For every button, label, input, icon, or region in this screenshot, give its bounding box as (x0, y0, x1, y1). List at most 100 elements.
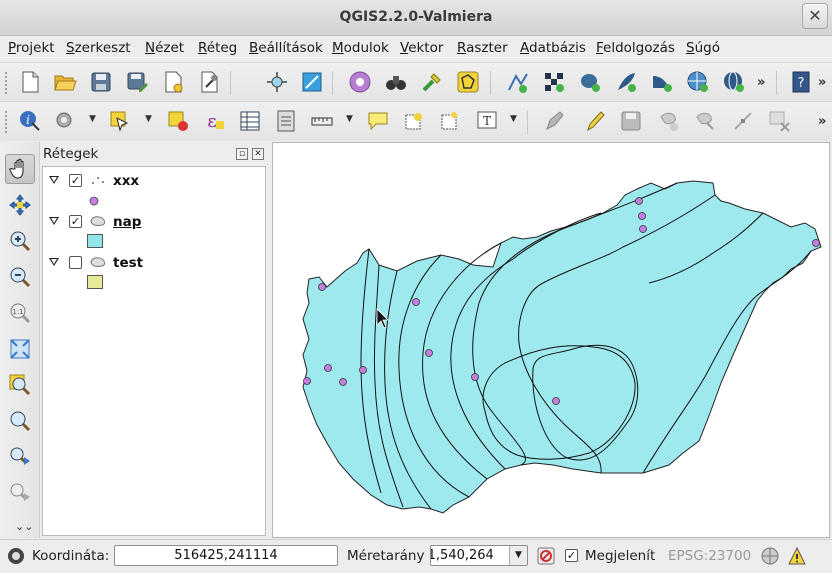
new-project-button[interactable] (15, 67, 45, 97)
map-point[interactable] (303, 377, 311, 385)
chevron-down-icon[interactable]: ▼ (509, 546, 527, 565)
select-features-button[interactable] (105, 106, 135, 136)
chevron-down-icon[interactable]: ▼ (89, 114, 96, 124)
zoom-to-layer-button[interactable] (297, 67, 327, 97)
expand-triangle-icon[interactable] (49, 217, 59, 225)
add-spatialite-button[interactable] (611, 67, 641, 97)
toolbar-overflow-chevron[interactable]: » (757, 75, 765, 90)
warning-icon[interactable] (787, 546, 807, 566)
save-edits-button[interactable] (616, 106, 646, 136)
deselect-button[interactable] (163, 106, 193, 136)
layer-visibility-checkbox[interactable] (69, 256, 82, 269)
window-close-button[interactable]: ✕ (802, 3, 828, 29)
layer-item-test[interactable]: test (43, 253, 263, 275)
toolbar-handle[interactable] (4, 110, 9, 134)
render-checkbox[interactable]: ✓ (565, 549, 578, 562)
zoom-next-button[interactable] (5, 478, 35, 508)
save-project-button[interactable] (86, 67, 116, 97)
measure-button[interactable] (307, 106, 337, 136)
crs-globe-icon[interactable] (760, 546, 780, 566)
map-point[interactable] (339, 378, 347, 386)
toolbar-overflow-chevron[interactable]: » (818, 114, 826, 129)
menu-vektor[interactable]: Vektor (400, 40, 443, 56)
zoom-full-button[interactable] (5, 334, 35, 364)
text-annotation-button[interactable]: T (472, 106, 502, 136)
zoom-actual-size-button[interactable]: 1:1 (5, 298, 35, 328)
menu-sugo[interactable]: Súgó (686, 40, 720, 56)
show-bookmarks-button[interactable] (435, 106, 465, 136)
layer-visibility-checkbox[interactable]: ✓ (69, 174, 82, 187)
toolbar-overflow-chevron[interactable]: » (818, 75, 826, 90)
plugin-button[interactable] (345, 67, 375, 97)
scale-combobox[interactable]: 1:1,540,264 ▼ (430, 545, 528, 566)
expand-triangle-icon[interactable] (49, 258, 59, 266)
menu-reteg[interactable]: Réteg (198, 40, 237, 56)
map-point[interactable] (412, 298, 420, 306)
chevron-down-icon[interactable]: ▼ (510, 114, 517, 124)
polygon-plugin-button[interactable] (453, 67, 483, 97)
zoom-out-button[interactable] (5, 262, 35, 292)
field-calculator-button[interactable] (271, 106, 301, 136)
menu-raszter[interactable]: Raszter (457, 40, 508, 56)
dock-float-button[interactable]: ▫ (236, 148, 248, 160)
layer-item-nap[interactable]: ✓ nap (43, 212, 263, 234)
new-print-composer-button[interactable] (158, 67, 188, 97)
map-point[interactable] (639, 225, 647, 233)
layer-item-xxx[interactable]: ✓ xxx (43, 171, 263, 193)
dock-close-button[interactable]: ✕ (252, 148, 264, 160)
add-wcs-button[interactable] (719, 67, 749, 97)
map-point[interactable] (359, 366, 367, 374)
map-point[interactable] (812, 239, 820, 247)
zoom-to-layer-left-button[interactable] (5, 406, 35, 436)
pan-to-selection-left-button[interactable] (5, 190, 35, 220)
new-bookmark-button[interactable] (399, 106, 429, 136)
new-shapefile-button[interactable] (503, 67, 533, 97)
identify-button[interactable]: i (15, 106, 45, 136)
add-raster-button[interactable] (539, 67, 569, 97)
map-point[interactable] (471, 373, 479, 381)
menu-szerkeszt[interactable]: Szerkeszt (66, 40, 131, 56)
binoculars-button[interactable] (381, 67, 411, 97)
map-point[interactable] (324, 364, 332, 372)
pan-button[interactable] (5, 154, 35, 184)
zoom-to-selection-button[interactable] (5, 370, 35, 400)
toggle-editing-button[interactable] (580, 106, 610, 136)
select-by-expression-button[interactable]: ε (199, 106, 229, 136)
composer-manager-button[interactable] (194, 67, 224, 97)
map-tips-button[interactable] (363, 106, 393, 136)
chevron-down-icon[interactable]: ⌄⌄ (15, 520, 33, 533)
attribute-table-button[interactable] (235, 106, 265, 136)
menu-modulok[interactable]: Modulok (332, 40, 389, 56)
add-feature-button[interactable] (654, 106, 684, 136)
chevron-down-icon[interactable]: ▼ (346, 114, 353, 124)
menu-nezet[interactable]: Nézet (145, 40, 184, 56)
menu-projekt[interactable]: Projekt (8, 40, 55, 56)
coordinate-field[interactable] (114, 545, 338, 566)
tools-plugin-button[interactable] (417, 67, 447, 97)
map-canvas[interactable] (272, 142, 830, 538)
crs-status-label[interactable]: EPSG:23700 (668, 548, 751, 564)
layer-visibility-checkbox[interactable]: ✓ (69, 215, 82, 228)
run-action-button[interactable] (50, 106, 80, 136)
menu-beallitasok[interactable]: Beállítások (249, 40, 323, 56)
current-edits-button[interactable] (540, 106, 570, 136)
open-project-button[interactable] (50, 67, 80, 97)
chevron-down-icon[interactable]: ▼ (145, 114, 152, 124)
help-button[interactable]: ? (786, 67, 816, 97)
zoom-last-button[interactable] (5, 442, 35, 472)
map-point[interactable] (318, 283, 326, 291)
messages-icon[interactable] (6, 546, 26, 566)
save-as-button[interactable] (122, 67, 152, 97)
zoom-in-button[interactable] (5, 226, 35, 256)
menu-feldolgozas[interactable]: Feldolgozás (596, 40, 675, 56)
map-point[interactable] (425, 349, 433, 357)
delete-selected-button[interactable] (764, 106, 794, 136)
stop-render-icon[interactable] (536, 546, 556, 566)
expand-triangle-icon[interactable] (49, 176, 59, 184)
add-mssql-button[interactable] (647, 67, 677, 97)
map-point[interactable] (552, 397, 560, 405)
toolbar-handle[interactable] (4, 71, 9, 95)
node-tool-button[interactable] (728, 106, 758, 136)
add-postgis-button[interactable] (575, 67, 605, 97)
move-feature-button[interactable] (690, 106, 720, 136)
